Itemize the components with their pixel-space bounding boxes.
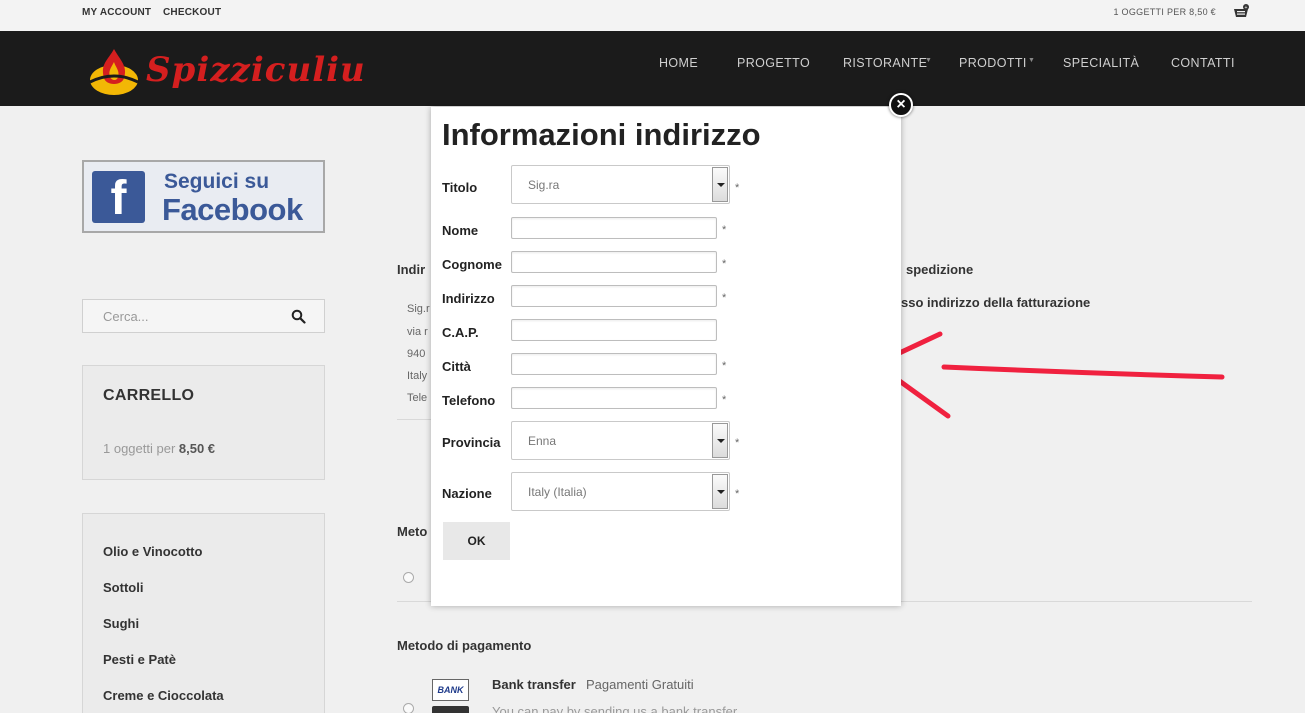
cap-input[interactable] — [511, 319, 717, 341]
titolo-label: Titolo — [442, 180, 478, 195]
titolo-select[interactable]: Sig.ra — [511, 165, 730, 204]
category-item-olio[interactable]: Olio e Vinocotto — [103, 544, 202, 559]
divider — [397, 419, 431, 420]
nazione-selected-value: Italy (Italia) — [528, 485, 587, 499]
cognome-label: Cognome — [442, 257, 502, 272]
nazione-select[interactable]: Italy (Italia) — [511, 472, 730, 511]
cart-info: 1 oggetti per 8,50 € — [103, 441, 215, 456]
site-logo[interactable]: Spizziculiu — [86, 44, 365, 96]
category-item-creme[interactable]: Creme e Cioccolata — [103, 688, 224, 703]
chevron-down-icon: ▼ — [925, 57, 932, 64]
cart-widget: CARRELLO 1 oggetti per 8,50 € — [82, 365, 325, 480]
required-marker: * — [722, 258, 727, 270]
site-header: Spizziculiu HOME PROGETTO RISTORANTE ▼ P… — [0, 31, 1305, 106]
nav-home[interactable]: HOME — [659, 56, 698, 70]
nazione-label: Nazione — [442, 486, 492, 501]
nav-ristorante[interactable]: RISTORANTE — [843, 56, 927, 70]
billing-address-line: Sig.r — [407, 303, 430, 315]
nome-label: Nome — [442, 223, 479, 238]
shipping-method-heading: Meto — [397, 524, 428, 539]
category-list: Olio e Vinocotto Sottoli Sughi Pesti e P… — [82, 513, 325, 713]
my-account-link[interactable]: MY ACCOUNT — [82, 7, 151, 18]
category-item-sottoli[interactable]: Sottoli — [103, 580, 143, 595]
bank-transfer-icon: BANK — [432, 679, 469, 701]
bank-transfer-description: You can pay by sending us a bank transfe… — [492, 704, 738, 713]
payment-method-heading: Metodo di pagamento — [397, 638, 532, 653]
flame-logo-icon — [89, 49, 139, 95]
category-item-sughi[interactable]: Sughi — [103, 616, 139, 631]
ok-button[interactable]: OK — [443, 522, 510, 560]
provincia-label: Provincia — [442, 435, 501, 450]
logo-text: Spizziculiu — [146, 50, 366, 90]
required-marker: * — [722, 292, 727, 304]
search-icon[interactable] — [291, 309, 306, 324]
top-bar: MY ACCOUNT CHECKOUT 1 OGGETTI PER 8,50 €… — [0, 0, 1305, 31]
required-marker: * — [722, 394, 727, 406]
category-item-pesti[interactable]: Pesti e Patè — [103, 652, 176, 667]
bank-transfer-fee: Pagamenti Gratuiti — [586, 677, 694, 692]
citta-input[interactable] — [511, 353, 717, 375]
modal-title: Informazioni indirizzo — [442, 117, 761, 152]
address-info-modal: Informazioni indirizzo Titolo Sig.ra * N… — [431, 107, 901, 606]
cart-title: CARRELLO — [103, 387, 195, 404]
nav-contatti[interactable]: CONTATTI — [1171, 56, 1235, 70]
billing-address-line: 940 — [407, 348, 426, 360]
nav-specialita[interactable]: SPECIALITÀ — [1063, 56, 1139, 70]
titolo-selected-value: Sig.ra — [528, 178, 560, 192]
cart-info-amount: 8,50 € — [178, 441, 216, 456]
annotation-arrow-icon — [873, 331, 1225, 419]
close-icon[interactable]: × — [889, 93, 913, 117]
cap-label: C.A.P. — [442, 325, 479, 340]
nav-prodotti[interactable]: PRODOTTI — [959, 56, 1027, 70]
billing-address-line: Tele — [407, 392, 428, 404]
billing-address-line: Italy — [407, 370, 428, 382]
shipping-heading: spedizione — [906, 262, 974, 277]
telefono-input[interactable] — [511, 387, 717, 409]
required-marker: * — [722, 360, 727, 372]
citta-label: Città — [442, 359, 471, 374]
billing-heading: Indir — [397, 262, 426, 277]
required-marker: * — [735, 437, 740, 449]
chevron-down-icon[interactable] — [712, 167, 728, 202]
facebook-icon: f — [92, 171, 145, 225]
facebook-line2: Facebook — [162, 192, 303, 227]
required-marker: * — [735, 182, 740, 194]
cart-info-prefix: 1 oggetti per — [103, 441, 179, 456]
cognome-input[interactable] — [511, 251, 717, 273]
facebook-line1: Seguici su — [164, 170, 270, 193]
billing-address-line: via r — [407, 326, 428, 338]
indirizzo-label: Indirizzo — [442, 291, 495, 306]
svg-text:+: + — [1245, 5, 1248, 11]
shipping-method-radio[interactable] — [403, 572, 414, 583]
chevron-down-icon[interactable] — [712, 423, 728, 458]
telefono-label: Telefono — [442, 393, 496, 408]
basket-icon[interactable]: + — [1233, 4, 1249, 18]
provincia-select[interactable]: Enna — [511, 421, 730, 460]
bank-transfer-label: Bank transfer — [492, 677, 576, 692]
payment-method-radio[interactable] — [403, 703, 414, 713]
chevron-down-icon[interactable] — [712, 474, 728, 509]
indirizzo-input[interactable] — [511, 285, 717, 307]
credit-card-icon — [432, 706, 469, 713]
search-placeholder: Cerca... — [103, 309, 149, 324]
facebook-follow-banner[interactable]: f Seguici su Facebook — [82, 160, 325, 233]
search-input[interactable]: Cerca... — [82, 299, 325, 333]
nav-progetto[interactable]: PROGETTO — [737, 56, 810, 70]
nome-input[interactable] — [511, 217, 717, 239]
same-as-billing-label[interactable]: sso indirizzo della fatturazione — [901, 295, 1090, 310]
top-cart-summary[interactable]: 1 OGGETTI PER 8,50 € — [1113, 7, 1216, 17]
chevron-down-icon: ▼ — [1028, 57, 1035, 64]
required-marker: * — [735, 488, 740, 500]
checkout-link[interactable]: CHECKOUT — [163, 7, 221, 18]
provincia-selected-value: Enna — [528, 434, 557, 448]
required-marker: * — [722, 224, 727, 236]
